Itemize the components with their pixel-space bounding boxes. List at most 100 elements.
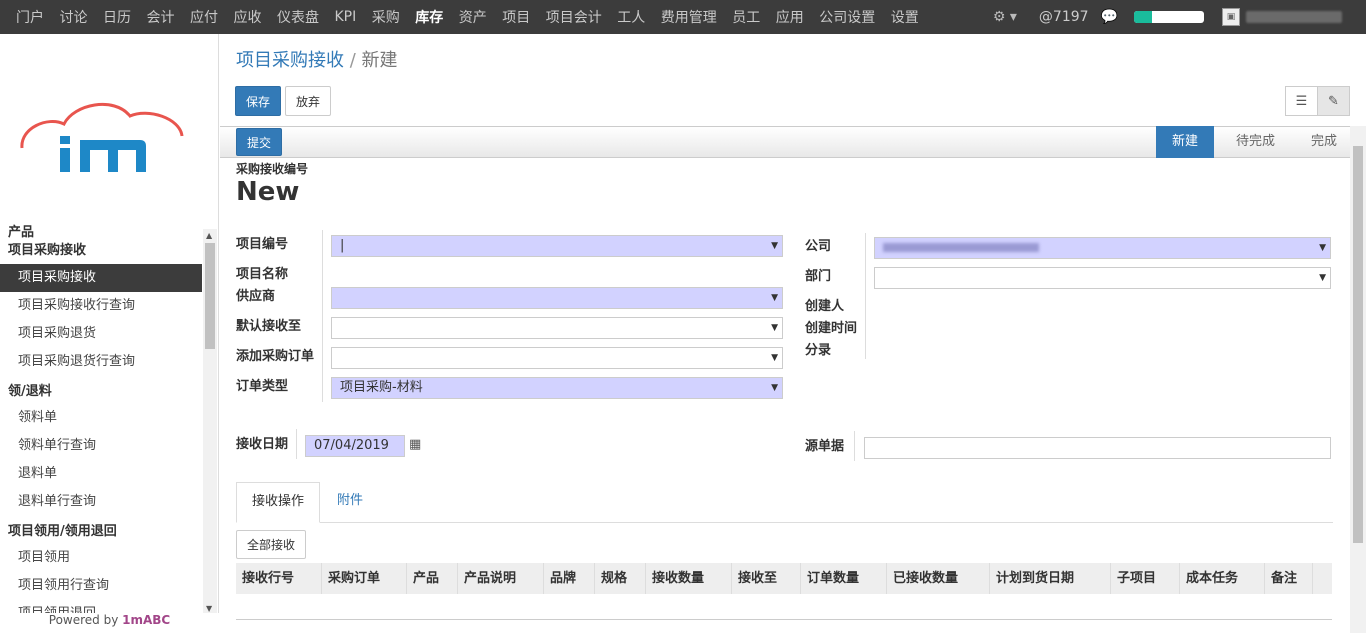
nav-project[interactable]: 项目 [502, 7, 530, 27]
nav-receivable[interactable]: 应收 [234, 7, 262, 27]
nav-assets[interactable]: 资产 [459, 7, 487, 27]
stage-done[interactable]: 完成 [1289, 126, 1351, 158]
label-source-doc: 源单据 [805, 439, 845, 454]
col-product-desc[interactable]: 产品说明 [458, 563, 544, 594]
col-subproject[interactable]: 子项目 [1111, 563, 1180, 594]
source-doc-input[interactable] [864, 437, 1331, 459]
status-bar: 提交 新建 待完成 完成 [220, 126, 1351, 158]
discard-button[interactable]: 放弃 [285, 86, 331, 116]
col-product[interactable]: 产品 [407, 563, 458, 594]
gear-icon[interactable]: ⚙ ▾ [993, 9, 1017, 25]
sidebar-scrollbar[interactable]: ▲ ▼ [203, 229, 217, 615]
list-view-icon[interactable]: ☰ [1285, 86, 1318, 116]
sidebar-section-project-receipt[interactable]: 项目采购接收 [0, 242, 202, 264]
sidebar-section-products[interactable]: 产品 [0, 224, 202, 242]
col-notes[interactable]: 备注 [1265, 563, 1313, 594]
nav-employees[interactable]: 员工 [732, 7, 760, 27]
nav-calendar[interactable]: 日历 [103, 7, 131, 27]
sidebar-item-receipt-line-query[interactable]: 项目采购接收行查询 [0, 292, 202, 320]
avatar[interactable]: ▣ [1222, 8, 1240, 26]
breadcrumb-parent[interactable]: 项目采购接收 [236, 50, 344, 71]
save-button[interactable]: 保存 [235, 86, 281, 116]
nav-apps[interactable]: 应用 [776, 7, 804, 27]
sidebar-section-project-use[interactable]: 项目领用/领用退回 [0, 516, 202, 544]
breadcrumb-sep: / [349, 50, 356, 71]
powered-brand[interactable]: 1mABC [122, 613, 170, 627]
breadcrumb: 项目采购接收 / 新建 [236, 46, 398, 72]
department-select[interactable]: ▼ [874, 267, 1331, 289]
supplier-select[interactable]: ▼ [331, 287, 783, 309]
submit-button[interactable]: 提交 [236, 128, 282, 156]
nav-company-settings[interactable]: 公司设置 [819, 7, 875, 27]
col-received-qty[interactable]: 已接收数量 [887, 563, 990, 594]
label-created-by: 创建人 [805, 299, 845, 314]
sidebar-item-project-receipt[interactable]: 项目采购接收 [0, 264, 202, 292]
scroll-down-icon[interactable]: ▼ [206, 604, 212, 613]
col-spec[interactable]: 规格 [595, 563, 646, 594]
nav-accounting[interactable]: 会计 [147, 7, 175, 27]
sidebar-scroll-thumb[interactable] [205, 243, 215, 349]
user-name-blurred[interactable] [1246, 11, 1342, 23]
label-order-type: 订单类型 [236, 379, 289, 394]
nav-portal[interactable]: 门户 [16, 7, 44, 27]
calendar-icon[interactable]: ▦ [409, 437, 421, 452]
main-scroll-thumb[interactable] [1353, 146, 1363, 543]
sidebar-item-project-use[interactable]: 项目领用 [0, 544, 202, 572]
col-receive-line[interactable]: 接收行号 [236, 563, 322, 594]
receive-all-button[interactable]: 全部接收 [236, 530, 306, 559]
col-cost-task[interactable]: 成本任务 [1180, 563, 1265, 594]
nav-kpi[interactable]: KPI [335, 9, 357, 25]
record-number-label: 采购接收编号 [236, 162, 309, 176]
chat-icon[interactable]: 💬 [1101, 9, 1118, 25]
nav-discuss[interactable]: 讨论 [60, 7, 88, 27]
nav-expenses[interactable]: 费用管理 [661, 7, 717, 27]
sidebar-section-material[interactable]: 领/退料 [0, 376, 202, 404]
project-code-select[interactable]: | ▼ [331, 235, 783, 257]
col-planned-date[interactable]: 计划到货日期 [990, 563, 1111, 594]
order-type-value: 项目采购-材料 [340, 380, 423, 395]
sidebar-item-picking-line-query[interactable]: 领料单行查询 [0, 432, 202, 460]
label-default-receive: 默认接收至 [236, 319, 302, 334]
sidebar-item-project-use-query[interactable]: 项目领用行查询 [0, 572, 202, 600]
main-content: 项目采购接收 / 新建 保存 放弃 ☰ ✎ 提交 新建 待完成 完成 采购接收编… [220, 34, 1366, 633]
notification-count[interactable]: @7197 [1039, 9, 1089, 25]
label-department: 部门 [805, 269, 832, 284]
nav-settings[interactable]: 设置 [891, 7, 919, 27]
tab-receive-operation[interactable]: 接收操作 [236, 482, 321, 523]
stage-indicator: 新建 待完成 完成 [1155, 126, 1351, 158]
default-receive-select[interactable]: ▼ [331, 317, 783, 339]
form-tabs: 接收操作 附件 [236, 482, 1333, 523]
chevron-down-icon: ▼ [771, 241, 778, 251]
sidebar-item-return-material[interactable]: 退料单 [0, 460, 202, 488]
label-project-name: 项目名称 [236, 267, 289, 282]
add-po-select[interactable]: ▼ [331, 347, 783, 369]
sidebar-item-purchase-return[interactable]: 项目采购退货 [0, 320, 202, 348]
col-brand[interactable]: 品牌 [544, 563, 595, 594]
stage-new[interactable]: 新建 [1155, 126, 1214, 158]
sidebar-item-picking[interactable]: 领料单 [0, 404, 202, 432]
col-order-qty[interactable]: 订单数量 [801, 563, 887, 594]
nav-dashboard[interactable]: 仪表盘 [277, 7, 319, 27]
tab-attachments[interactable]: 附件 [322, 482, 378, 523]
col-po[interactable]: 采购订单 [322, 563, 407, 594]
company-select[interactable]: ▼ [874, 237, 1331, 259]
col-receive-qty[interactable]: 接收数量 [646, 563, 732, 594]
stage-pending[interactable]: 待完成 [1214, 126, 1289, 158]
sidebar-item-return-line-query[interactable]: 项目采购退货行查询 [0, 348, 202, 376]
chevron-down-icon: ▼ [771, 353, 778, 363]
date-divider [296, 429, 297, 459]
form-view-icon[interactable]: ✎ [1317, 86, 1350, 116]
nav-project-accounting[interactable]: 项目会计 [546, 7, 602, 27]
nav-purchase[interactable]: 采购 [372, 7, 400, 27]
label-supplier: 供应商 [236, 289, 276, 304]
top-nav: 门户 讨论 日历 会计 应付 应收 仪表盘 KPI 采购 库存 资产 项目 项目… [16, 0, 934, 34]
receive-date-input[interactable]: 07/04/2019 [305, 435, 405, 457]
main-scrollbar[interactable] [1350, 126, 1366, 633]
nav-payable[interactable]: 应付 [190, 7, 218, 27]
scroll-up-icon[interactable]: ▲ [206, 231, 212, 240]
order-type-select[interactable]: 项目采购-材料 ▼ [331, 377, 783, 399]
nav-workers[interactable]: 工人 [617, 7, 645, 27]
col-receive-to[interactable]: 接收至 [732, 563, 801, 594]
nav-inventory[interactable]: 库存 [415, 7, 443, 27]
sidebar-item-return-material-query[interactable]: 退料单行查询 [0, 488, 202, 516]
